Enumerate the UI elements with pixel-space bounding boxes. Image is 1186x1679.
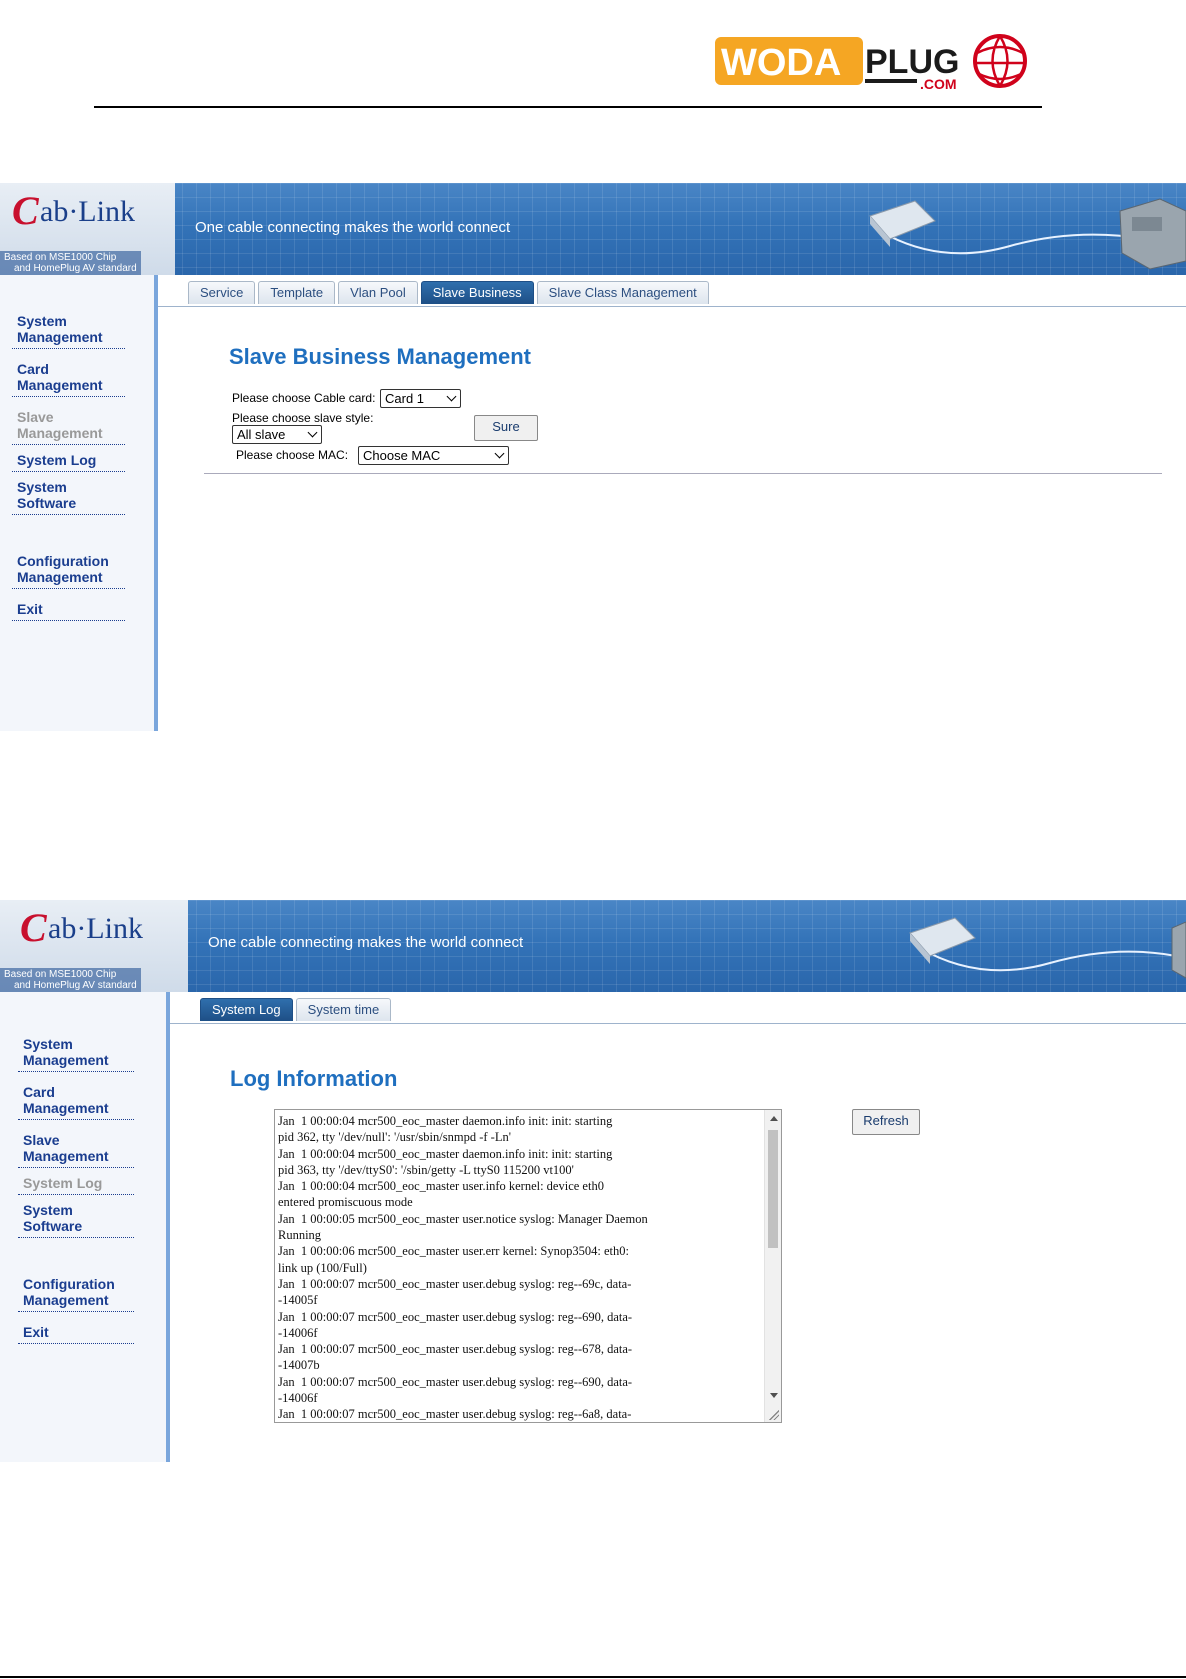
scroll-down-icon[interactable] <box>770 1393 778 1398</box>
sidebar-item-slave-management[interactable]: Slave Management <box>12 407 125 445</box>
mac-select[interactable]: Choose MAC <box>358 446 509 465</box>
log-textarea[interactable]: Jan 1 00:00:04 mcr500_eoc_master daemon.… <box>274 1109 782 1423</box>
tab-template[interactable]: Template <box>258 281 336 304</box>
scroll-up-icon[interactable] <box>770 1116 778 1121</box>
cable-card-label: Please choose Cable card: <box>232 391 376 405</box>
log-line: Jan 1 00:00:07 mcr500_eoc_master user.de… <box>278 1309 633 1324</box>
brand-name: ab·Link <box>48 912 143 945</box>
sidebar-item-slave-management[interactable]: Slave Management <box>18 1130 134 1168</box>
log-line: Jan 1 00:00:06 mcr500_eoc_master user.er… <box>278 1244 629 1259</box>
tab-system-log[interactable]: System Log <box>200 998 293 1021</box>
tab-service[interactable]: Service <box>188 281 256 304</box>
sidebar: System Management Card Management Slave … <box>0 992 170 1462</box>
refresh-button[interactable]: Refresh <box>852 1109 920 1135</box>
log-line: Jan 1 00:00:07 mcr500_eoc_master user.de… <box>278 1276 632 1291</box>
screenshot-system-log: C ab·Link One cable connecting makes the… <box>0 900 1186 1462</box>
sidebar: System Management Card Management Slave … <box>0 275 158 731</box>
slave-style-label: Please choose slave style: <box>232 411 374 425</box>
sidebar-item-configuration-management[interactable]: Configuration Management <box>18 1274 134 1312</box>
sure-button[interactable]: Sure <box>474 415 538 441</box>
form-divider <box>204 473 1162 474</box>
log-scrollbar[interactable] <box>764 1110 781 1422</box>
logo-com-text: .COM <box>920 76 957 92</box>
tab-slave-business[interactable]: Slave Business <box>420 281 534 304</box>
log-line: Jan 1 00:00:04 mcr500_eoc_master daemon.… <box>278 1146 613 1161</box>
slave-style-select[interactable]: All slave <box>232 425 322 444</box>
banner-subtitle: Based on MSE1000 Chip and HomePlug AV st… <box>0 968 141 992</box>
sidebar-item-system-log[interactable]: System Log <box>18 1173 134 1195</box>
sidebar-item-card-management[interactable]: Card Management <box>18 1082 134 1120</box>
tab-system-time[interactable]: System time <box>295 998 392 1021</box>
log-line: -14006f <box>278 1391 318 1406</box>
log-line: Running <box>278 1228 322 1243</box>
log-line: pid 362, tty '/dev/null': '/usr/sbin/snm… <box>278 1130 511 1145</box>
log-line: Jan 1 00:00:05 mcr500_eoc_master user.no… <box>278 1211 648 1226</box>
resize-grip-icon[interactable] <box>769 1410 779 1420</box>
footer-rule <box>0 1676 1186 1678</box>
banner-tagline: One cable connecting makes the world con… <box>195 219 511 236</box>
sidebar-item-card-management[interactable]: Card Management <box>12 359 125 397</box>
tab-underline <box>158 306 1186 307</box>
main-content: Service Template Vlan Pool Slave Busines… <box>158 275 1186 731</box>
tab-vlan-pool[interactable]: Vlan Pool <box>338 281 418 304</box>
banner-tagline: One cable connecting makes the world con… <box>208 934 524 951</box>
sidebar-item-system-software[interactable]: System Software <box>18 1200 134 1238</box>
tab-underline <box>170 1023 1186 1024</box>
log-line: Jan 1 00:00:04 mcr500_eoc_master daemon.… <box>278 1114 613 1128</box>
chevron-down-icon <box>307 427 318 438</box>
sidebar-item-exit[interactable]: Exit <box>18 1322 134 1344</box>
brand-name: ab·Link <box>40 195 135 228</box>
header-rule <box>94 106 1042 108</box>
log-content: Jan 1 00:00:04 mcr500_eoc_master daemon.… <box>278 1113 761 1422</box>
mac-label: Please choose MAC: <box>236 448 349 462</box>
page-title: Log Information <box>230 1066 398 1091</box>
wodaplug-logo: WODA PLUG .COM <box>715 33 1030 93</box>
log-line: entered promiscuous mode <box>278 1195 413 1210</box>
log-line: Jan 1 00:00:07 mcr500_eoc_master user.de… <box>278 1407 632 1422</box>
log-line: Jan 1 00:00:04 mcr500_eoc_master user.in… <box>278 1179 604 1194</box>
tab-bar: System Log System time <box>200 998 392 1021</box>
tab-slave-class-management[interactable]: Slave Class Management <box>536 281 709 304</box>
sidebar-item-system-log[interactable]: System Log <box>12 450 125 472</box>
log-line: Jan 1 00:00:07 mcr500_eoc_master user.de… <box>278 1374 633 1389</box>
screenshot-slave-business: C ab·Link One cable connecting makes the… <box>0 183 1186 731</box>
cable-card-select[interactable]: Card 1 <box>380 389 461 408</box>
sidebar-nav: System Management Card Management Slave … <box>12 311 125 621</box>
banner-subtitle: Based on MSE1000 Chip and HomePlug AV st… <box>0 251 141 275</box>
log-line: -14006f <box>278 1325 318 1340</box>
device-illustration <box>869 198 1186 270</box>
log-line: -14005f <box>278 1293 318 1308</box>
page-title: Slave Business Management <box>229 344 532 369</box>
chevron-down-icon <box>446 391 457 402</box>
sidebar-item-system-management[interactable]: System Management <box>12 311 125 349</box>
sidebar-item-configuration-management[interactable]: Configuration Management <box>12 551 125 589</box>
device-illustration <box>909 917 1186 979</box>
banner: C ab·Link One cable connecting makes the… <box>0 183 1186 275</box>
sidebar-item-system-management[interactable]: System Management <box>18 1034 134 1072</box>
log-line: Jan 1 00:00:07 mcr500_eoc_master user.de… <box>278 1342 633 1357</box>
brand-c: C <box>12 188 39 233</box>
scroll-thumb[interactable] <box>768 1130 778 1248</box>
main-content: System Log System time Log Information J… <box>170 992 1186 1462</box>
banner: C ab·Link One cable connecting makes the… <box>0 900 1186 992</box>
brand-c: C <box>20 905 47 950</box>
log-line: -14007b <box>278 1358 320 1373</box>
log-line: pid 363, tty '/dev/ttyS0': '/sbin/getty … <box>278 1162 574 1177</box>
sidebar-nav: System Management Card Management Slave … <box>18 1034 134 1344</box>
logo-woda-text: WODA <box>721 42 841 84</box>
log-line: link up (100/Full) <box>278 1260 367 1275</box>
chevron-down-icon <box>494 448 505 459</box>
sidebar-item-exit[interactable]: Exit <box>12 599 125 621</box>
tab-bar: Service Template Vlan Pool Slave Busines… <box>188 281 709 304</box>
sidebar-item-system-software[interactable]: System Software <box>12 477 125 515</box>
